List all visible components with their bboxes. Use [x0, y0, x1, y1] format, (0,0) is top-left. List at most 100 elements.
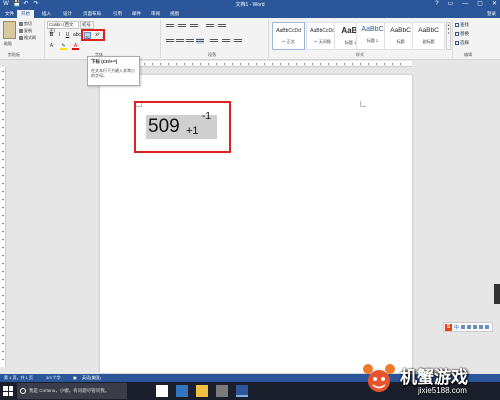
numbering-button[interactable]	[178, 23, 186, 29]
strikethrough-button[interactable]: abc	[73, 32, 81, 39]
align-center-button[interactable]	[176, 38, 184, 44]
ribbon-tabs: 文件 开始 插入 设计 页面布局 引用 邮件 审阅 视图 登录	[0, 9, 500, 18]
highlight-color-button[interactable]: ✎	[60, 43, 67, 50]
ime-toolbar[interactable]: S 中	[443, 322, 493, 332]
help-icon[interactable]: ?	[435, 0, 438, 8]
font-name-select[interactable]: Calibri (西文正)	[47, 21, 79, 33]
tab-view[interactable]: 视图	[166, 10, 183, 18]
ruler-tick	[240, 63, 241, 65]
ruler-tick	[2, 199, 4, 200]
edge-icon[interactable]	[176, 385, 188, 397]
format-painter-button[interactable]: 格式刷	[19, 35, 36, 41]
justify-button[interactable]	[196, 38, 204, 44]
document-page[interactable]: 509 +1 -1	[100, 75, 412, 373]
proofing-icon[interactable]: ▣	[73, 374, 77, 382]
store-icon[interactable]	[216, 385, 228, 397]
styles-scroll-button[interactable]: ▲ ▼ ▾	[446, 22, 451, 50]
ruler-tick	[2, 303, 4, 304]
align-right-button[interactable]	[186, 38, 194, 44]
selected-text[interactable]: 509 +1 -1	[146, 111, 217, 139]
align-left-button[interactable]	[166, 38, 174, 44]
style-name: ↵ 正文	[282, 39, 295, 44]
emoji-icon[interactable]	[467, 325, 472, 329]
brush-icon	[19, 36, 23, 40]
start-button[interactable]	[3, 386, 13, 396]
vertical-ruler[interactable]	[0, 67, 6, 367]
multilevel-list-button[interactable]	[190, 23, 198, 29]
tab-references[interactable]: 引用	[109, 10, 126, 18]
tab-layout[interactable]: 页面布局	[79, 10, 105, 18]
punctuation-icon[interactable]	[461, 325, 466, 329]
text-effects-button[interactable]: A	[48, 43, 55, 50]
group-label-styles: 样式	[356, 52, 364, 57]
find-button[interactable]: 查找	[455, 22, 469, 28]
page-count[interactable]: 第 1 页，共 1 页	[4, 374, 33, 382]
sign-in-link[interactable]: 登录	[487, 10, 496, 18]
style-normal[interactable]: AaBbCcDd ↵ 正文	[272, 22, 305, 50]
ruler-tick	[208, 63, 209, 65]
ruler-tick	[352, 63, 353, 65]
ime-mode-label[interactable]: 中	[454, 324, 459, 331]
file-explorer-icon[interactable]	[196, 385, 208, 397]
ribbon: 粘贴 剪切 复制 格式刷 剪贴板 Calibri (西文正) 初号 B I U …	[0, 18, 500, 60]
font-size-select[interactable]: 初号	[80, 21, 94, 29]
copy-button[interactable]: 复制	[19, 28, 32, 34]
tab-mailings[interactable]: 邮件	[128, 10, 145, 18]
style-subtitle[interactable]: AaBbC 副标题	[412, 22, 445, 50]
skin-icon[interactable]	[479, 325, 484, 329]
shading-button[interactable]	[222, 38, 230, 44]
superscript-text: -1	[202, 111, 211, 122]
tools-icon[interactable]	[485, 325, 490, 329]
select-label: 选择	[460, 40, 469, 45]
underline-button[interactable]: U	[64, 32, 71, 39]
cut-label: 剪切	[24, 21, 32, 26]
ribbon-display-icon[interactable]: ▭	[448, 0, 454, 8]
paste-icon[interactable]	[3, 21, 16, 39]
ruler-tick	[160, 63, 161, 65]
tooltip-body: 在文本行下方键入非常小的字母。	[91, 68, 135, 78]
cortana-search-box[interactable]: 我是 Cortana，小娜。有问题尽管问我。	[17, 383, 127, 399]
bullets-button[interactable]	[166, 23, 174, 29]
ruler-tick	[2, 335, 4, 336]
ruler-tick	[2, 351, 4, 352]
line-spacing-button[interactable]	[210, 38, 218, 44]
horizontal-ruler[interactable]	[100, 61, 412, 67]
ruler-tick	[2, 151, 4, 152]
maximize-button[interactable]: ▢	[477, 0, 483, 8]
annotation-highlight-box	[81, 29, 105, 41]
bold-button[interactable]: B	[48, 32, 55, 39]
ruler-tick	[2, 295, 4, 296]
italic-button[interactable]: I	[56, 32, 63, 39]
subscript-tooltip: 下标 (Ctrl+=) 在文本行下方键入非常小的字母。	[87, 56, 140, 86]
annotation-highlight-box: 509 +1 -1	[134, 101, 231, 153]
paste-button[interactable]: 粘贴	[4, 41, 12, 47]
minimize-button[interactable]: —	[462, 0, 468, 8]
task-view-icon[interactable]	[156, 385, 168, 397]
tab-insert[interactable]: 插入	[38, 10, 55, 18]
word-taskbar-icon[interactable]	[236, 385, 248, 397]
side-panel-tab[interactable]	[494, 284, 500, 304]
ruler-tick	[2, 319, 4, 320]
ruler-tick	[184, 63, 185, 65]
ruler-tick	[304, 63, 305, 65]
ruler-tick	[2, 127, 4, 128]
keyboard-icon[interactable]	[473, 325, 478, 329]
select-button[interactable]: 选择	[455, 40, 469, 46]
margin-corner-mark	[360, 101, 366, 107]
tab-file[interactable]: 文件	[1, 10, 18, 18]
borders-button[interactable]	[234, 38, 242, 44]
font-color-button[interactable]: A	[72, 43, 79, 50]
decrease-indent-button[interactable]	[206, 23, 214, 29]
close-button[interactable]: ✕	[492, 0, 497, 8]
subscript-text: +1	[186, 125, 199, 137]
increase-indent-button[interactable]	[218, 23, 226, 29]
replace-button[interactable]: 替换	[455, 31, 469, 37]
language-indicator[interactable]: 英语(美国)	[82, 374, 101, 382]
tab-design[interactable]: 设计	[59, 10, 76, 18]
ruler-tick	[152, 63, 153, 65]
tab-home[interactable]: 开始	[17, 10, 34, 18]
cut-button[interactable]: 剪切	[19, 21, 32, 27]
word-count[interactable]: 3/3 个字	[46, 374, 61, 382]
tab-review[interactable]: 审阅	[147, 10, 164, 18]
ruler-tick	[2, 247, 4, 248]
